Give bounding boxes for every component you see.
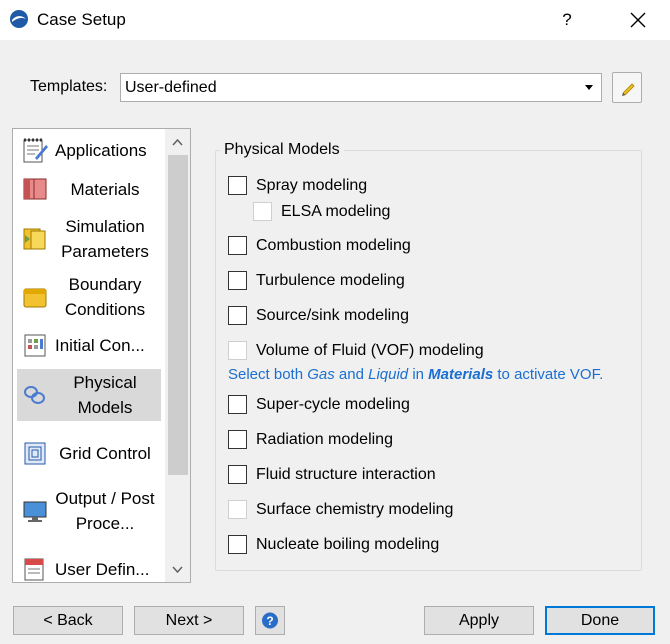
simulation-parameters-icon — [23, 228, 46, 250]
help-title-button[interactable]: ? — [553, 6, 581, 34]
pencil-icon — [622, 83, 635, 96]
nav-item-physical-models[interactable]: Physical Models — [17, 369, 161, 421]
help-button[interactable]: ? — [255, 606, 285, 635]
fluid-structure-interaction-checkbox[interactable]: Fluid structure interaction — [228, 465, 436, 484]
scroll-up-icon[interactable] — [165, 131, 190, 153]
templates-dropdown[interactable]: User-defined — [120, 73, 602, 102]
source-sink-modeling-checkbox[interactable]: Source/sink modeling — [228, 306, 409, 325]
close-icon[interactable] — [624, 6, 652, 34]
applications-icon — [23, 138, 48, 163]
templates-value: User-defined — [125, 79, 217, 96]
nav-item-materials[interactable]: Materials — [17, 174, 161, 204]
nav-item-initial-conditions[interactable]: Initial Con... — [17, 330, 161, 360]
next-button[interactable]: Next > — [134, 606, 244, 635]
turbulence-modeling-checkbox[interactable]: Turbulence modeling — [228, 271, 405, 290]
nav-label: Materials — [70, 179, 140, 199]
combustion-modeling-checkbox[interactable]: Combustion modeling — [228, 236, 411, 255]
spray-modeling-checkbox[interactable]: Spray modeling — [228, 176, 367, 195]
vof-modeling-checkbox[interactable]: Volume of Fluid (VOF) modeling — [228, 341, 484, 360]
nav-label: Applications — [55, 140, 147, 160]
boundary-conditions-icon — [23, 288, 47, 308]
materials-link[interactable]: Materials — [428, 366, 493, 383]
nav-item-simulation-parameters[interactable]: Simulation Parameters — [17, 213, 161, 265]
nav-item-boundary-conditions[interactable]: Boundary Conditions — [17, 271, 161, 323]
nav-label: User Defin... — [55, 559, 150, 579]
help-icon: ? — [262, 612, 278, 629]
monitor-icon — [23, 501, 47, 522]
nav-label: Grid Control — [59, 443, 151, 463]
scroll-thumb[interactable] — [168, 155, 188, 475]
case-setup-nav: Applications Materials Simulation Parame… — [12, 128, 191, 583]
svg-text:?: ? — [266, 614, 273, 628]
nav-label: Boundary Conditions — [64, 275, 146, 319]
templates-label: Templates: — [30, 78, 108, 95]
nav-label: Output / Post Proce... — [55, 489, 155, 533]
physical-models-title: Physical Models — [220, 141, 344, 159]
nav-scrollbar[interactable] — [165, 129, 190, 582]
back-button[interactable]: < Back — [13, 606, 123, 635]
nucleate-boiling-modeling-checkbox[interactable]: Nucleate boiling modeling — [228, 535, 439, 554]
nav-item-user-defined[interactable]: User Defin... — [17, 554, 161, 582]
nav-label: Simulation Parameters — [61, 217, 149, 261]
physical-models-icon — [24, 386, 45, 404]
chevron-down-icon — [585, 85, 593, 90]
elsa-modeling-checkbox[interactable]: ELSA modeling — [253, 202, 390, 221]
apply-button[interactable]: Apply — [424, 606, 534, 635]
edit-template-button[interactable] — [612, 72, 642, 103]
radiation-modeling-checkbox[interactable]: Radiation modeling — [228, 430, 393, 449]
materials-icon — [23, 178, 47, 200]
nav-item-applications[interactable]: Applications — [17, 135, 161, 165]
vof-hint-text: Select both Gas and Liquid in Materials … — [228, 366, 604, 383]
user-defined-icon — [24, 558, 44, 581]
initial-conditions-icon — [24, 334, 46, 357]
app-logo-icon — [10, 10, 28, 28]
nav-label: Initial Con... — [55, 335, 145, 355]
grid-control-icon — [24, 442, 46, 465]
surface-chemistry-modeling-checkbox[interactable]: Surface chemistry modeling — [228, 500, 453, 519]
window-title: Case Setup — [37, 10, 126, 29]
title-bar: Case Setup ? — [0, 0, 670, 40]
scroll-down-icon[interactable] — [165, 559, 190, 581]
nav-item-grid-control[interactable]: Grid Control — [17, 427, 161, 479]
super-cycle-modeling-checkbox[interactable]: Super-cycle modeling — [228, 395, 410, 414]
nav-item-output-post-processing[interactable]: Output / Post Proce... — [17, 485, 161, 537]
nav-label: Physical Models — [73, 373, 137, 417]
done-button[interactable]: Done — [545, 606, 655, 635]
